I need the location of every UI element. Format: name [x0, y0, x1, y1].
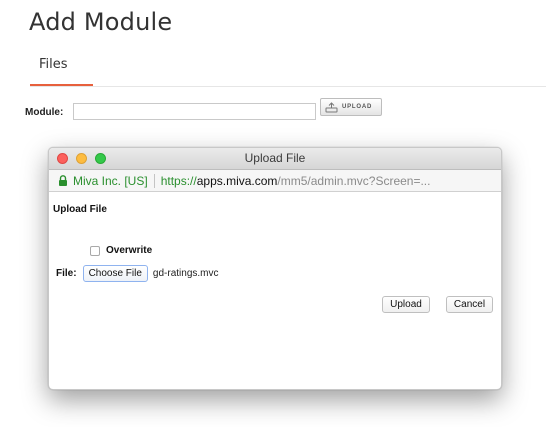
choose-file-button[interactable]: Choose File	[82, 265, 148, 282]
upload-button[interactable]: UPLOAD	[320, 98, 382, 116]
file-label: File:	[56, 268, 77, 279]
window-titlebar[interactable]: Upload File	[49, 148, 501, 170]
window-title: Upload File	[244, 151, 306, 165]
overwrite-label[interactable]: Overwrite	[106, 245, 152, 256]
upload-button-label: UPLOAD	[342, 104, 373, 110]
url-separator	[153, 173, 155, 188]
certificate-owner[interactable]: Miva Inc. [US]	[73, 174, 148, 188]
dialog-heading: Upload File	[53, 204, 107, 215]
tab-divider	[30, 86, 546, 87]
dialog-cancel-button[interactable]: Cancel	[446, 296, 493, 313]
tab-files[interactable]: Files	[39, 57, 68, 72]
module-input[interactable]	[73, 103, 316, 120]
url-bar[interactable]: Miva Inc. [US] https:// apps.miva.com /m…	[49, 170, 501, 192]
page-title: Add Module	[29, 8, 173, 36]
url-domain: apps.miva.com	[196, 173, 278, 188]
overwrite-checkbox[interactable]	[90, 245, 100, 256]
upload-file-window: Upload File Miva Inc. [US] https:// apps…	[48, 147, 502, 390]
selected-file-name: gd-ratings.mvc	[152, 268, 219, 279]
lock-icon	[58, 175, 68, 186]
module-label: Module:	[25, 107, 64, 118]
file-row: File: Choose File gd-ratings.mvc	[56, 265, 219, 282]
url-scheme: https://	[160, 173, 197, 188]
dialog-upload-button[interactable]: Upload	[382, 296, 430, 313]
upload-tray-icon	[325, 101, 338, 113]
url-path: /mm5/admin.mvc?Screen=...	[277, 173, 431, 188]
overwrite-row: Overwrite	[90, 245, 152, 256]
